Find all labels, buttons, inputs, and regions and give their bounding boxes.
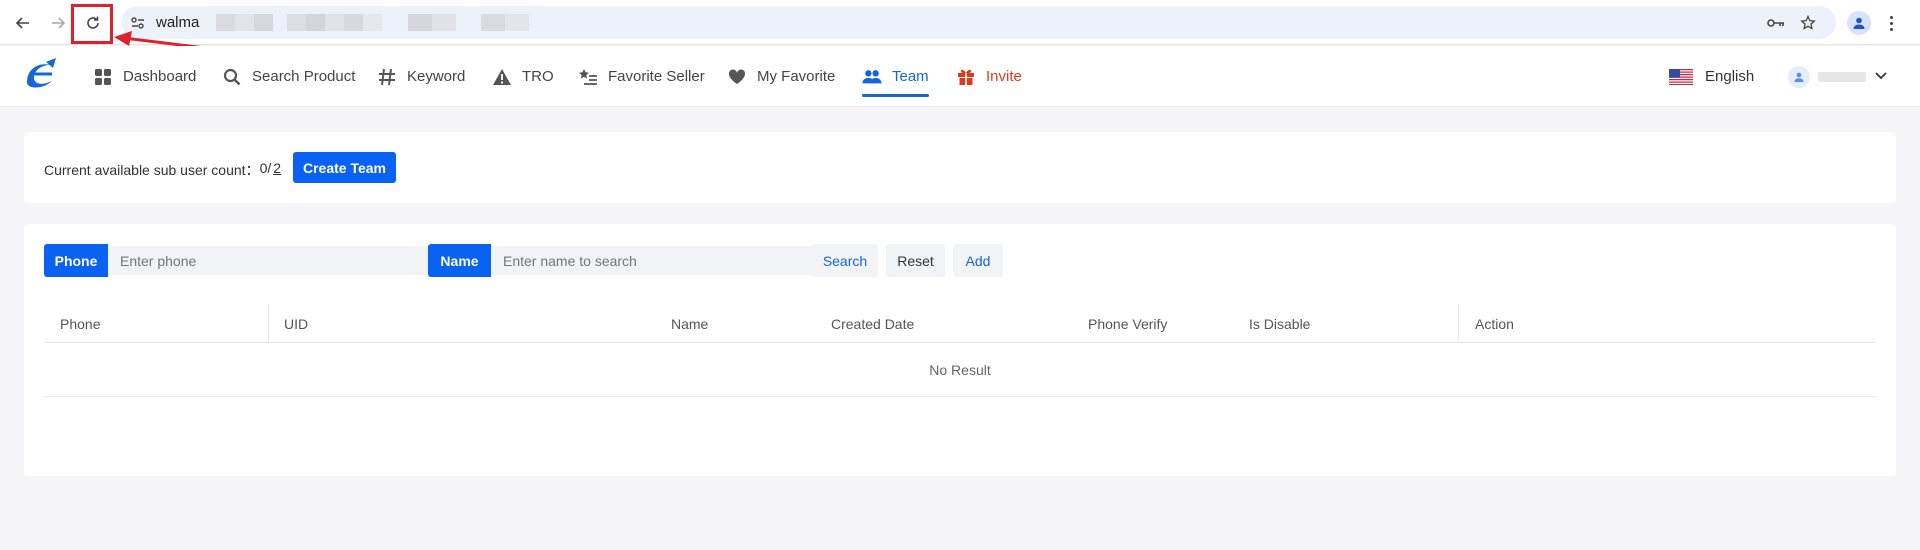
team-table: Phone UID Name Created Date Phone Verify… [44,304,1876,397]
column-action: Action [1475,315,1514,332]
redacted-url [432,14,456,31]
browser-menu-icon[interactable] [1884,10,1898,36]
avatar [1788,66,1810,88]
column-name: Name [671,315,709,332]
sub-user-count-used: 0/ [259,160,272,176]
chevron-down-icon [1874,68,1888,86]
column-divider[interactable] [1458,304,1459,343]
nav-keyword-label: Keyword [407,68,466,85]
redacted-url [363,14,382,31]
nav-tro-label: TRO [522,68,554,85]
profile-icon[interactable] [1847,11,1871,35]
back-button[interactable] [8,8,38,38]
search-icon [222,67,242,87]
star-list-icon [578,67,598,87]
redacted-url [306,14,325,31]
column-created-date: Created Date [831,315,915,332]
column-phone-verify: Phone Verify [1088,315,1168,332]
redacted-url [344,14,363,31]
team-users-icon [862,67,882,87]
password-key-icon[interactable] [1766,13,1786,33]
table-header: Phone UID Name Created Date Phone Verify… [44,304,1876,343]
redacted-url [325,14,344,31]
gift-icon [956,67,976,87]
create-team-button[interactable]: Create Team [293,152,396,183]
name-filter-label: Name [428,244,491,277]
nav-search-product[interactable]: Search Product [222,46,355,107]
phone-input[interactable] [108,246,439,275]
add-button[interactable]: Add [953,244,1003,277]
nav-team[interactable]: Team [862,46,929,107]
nav-my-favorite-label: My Favorite [757,68,836,85]
nav-dashboard[interactable]: Dashboard [93,46,196,107]
nav-keyword[interactable]: Keyword [377,46,465,107]
team-summary-card: Current available sub user count： 0/ 2 C… [24,132,1896,203]
bookmark-star-icon[interactable] [1798,13,1818,33]
search-button[interactable]: Search [812,244,878,277]
heart-icon [727,67,747,87]
reload-highlight-box [71,4,113,44]
column-uid: UID [284,315,309,332]
forward-button[interactable] [43,8,73,38]
nav-tro[interactable]: TRO [492,46,554,107]
nav-dashboard-label: Dashboard [123,68,197,85]
user-menu[interactable] [1788,64,1888,90]
sub-user-count: Current available sub user count： 0/ 2 [44,160,281,180]
phone-filter-label: Phone [44,244,108,277]
column-divider[interactable] [268,304,269,343]
nav-search-product-label: Search Product [252,68,356,85]
column-phone: Phone [60,315,101,332]
nav-team-label: Team [892,68,929,85]
language-label: English [1705,68,1755,85]
column-is-disable: Is Disable [1249,315,1311,332]
redacted-url [408,14,432,31]
arrow-right-icon [52,17,66,29]
app-header: Dashboard Search Product Keyword TRO Fav… [0,46,1920,107]
reset-button[interactable]: Reset [886,244,945,277]
warning-icon [492,67,512,87]
table-body: No Result [44,343,1876,397]
nav-invite[interactable]: Invite [956,46,1022,107]
empty-state-text: No Result [929,362,991,378]
redacted-username [1818,72,1866,82]
team-members-card: Phone Name Search Reset Add Phone UID Na… [24,224,1896,476]
sub-user-count-label: Current available sub user count： [44,162,260,178]
nav-invite-label: Invite [986,68,1022,85]
brand-logo[interactable] [22,56,60,90]
language-selector[interactable]: English [1669,46,1754,107]
nav-favorite-seller[interactable]: Favorite Seller [578,46,705,107]
us-flag-icon [1669,68,1693,85]
sub-user-count-total[interactable]: 2 [273,160,281,180]
nav-favorite-seller-label: Favorite Seller [608,68,705,85]
hashtag-icon [377,67,397,87]
arrow-left-icon [15,17,29,29]
redacted-url [505,14,529,31]
nav-my-favorite[interactable]: My Favorite [727,46,835,107]
redacted-url [481,14,505,31]
dashboard-grid-icon [93,67,113,87]
name-search-input[interactable] [491,246,823,275]
address-bar[interactable]: walma [121,6,1836,39]
